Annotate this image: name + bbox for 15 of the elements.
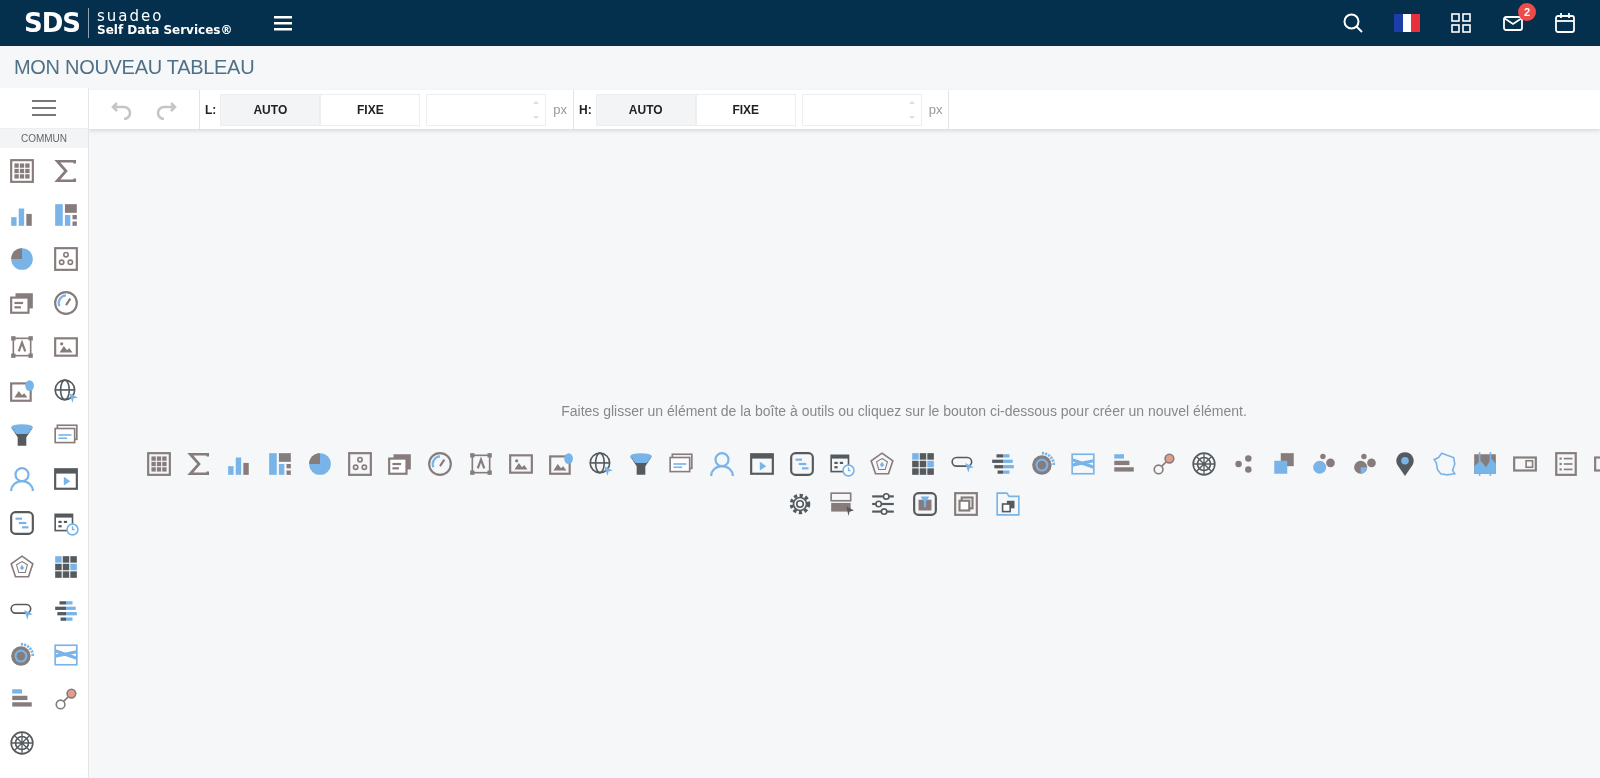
- dimension-label: H:: [578, 102, 593, 117]
- empty-message: Faites glisser un élément de la boîte à outils ou cliquez sur le bouton ci-dessous pour créer un nouvel élément.: [561, 403, 1247, 419]
- page-title: MON NOUVEAU TABLEAU: [14, 55, 255, 79]
- brand-name: suadeo: [97, 9, 164, 23]
- notification-badge: 2: [1518, 3, 1536, 21]
- mode-toggle[interactable]: FIXE: [695, 93, 796, 126]
- mode-toggle[interactable]: AUTO: [595, 93, 696, 126]
- section-label: COMMUN: [0, 129, 88, 148]
- dimension-label: L:: [204, 102, 218, 117]
- unit-label: px: [928, 102, 943, 117]
- brand-tagline: Self Data Services®: [97, 23, 233, 37]
- mode-toggle[interactable]: AUTO: [220, 93, 321, 126]
- mode-toggle[interactable]: FIXE: [320, 93, 421, 126]
- logo-mark: SDS: [24, 8, 90, 38]
- unit-label: px: [553, 102, 568, 117]
